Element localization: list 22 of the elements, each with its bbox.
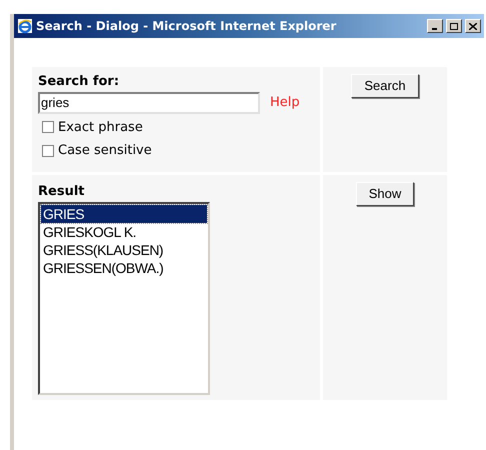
result-item[interactable]: GRIESKOGL K.	[41, 222, 207, 240]
checkbox[interactable]	[42, 121, 54, 134]
minimize-button[interactable]	[427, 19, 443, 33]
search-field[interactable]: gries	[38, 92, 260, 114]
close-button[interactable]	[465, 19, 481, 33]
option-label: Case sensitive	[58, 142, 152, 160]
browser-icon	[17, 18, 33, 34]
search-button[interactable]: Search	[351, 74, 419, 98]
maximize-button[interactable]	[446, 19, 462, 33]
search-label: Search for:	[38, 73, 120, 91]
option-label: Exact phrase	[58, 118, 143, 136]
result-item[interactable]: GRIESSEN(OBWA.)	[41, 258, 207, 276]
close-icon	[469, 22, 477, 30]
show-button[interactable]: Show	[356, 182, 414, 206]
result-label: Result	[38, 183, 86, 201]
window-title: Search - Dialog - Microsoft Internet Explorer	[36, 18, 338, 35]
result-list[interactable]: GRIES GRIESKOGL K. GRIESS(KLAUSEN) GRIESSEN(OBWA.)	[38, 202, 210, 394]
checkbox[interactable]	[42, 144, 54, 157]
result-item[interactable]: GRIES	[41, 204, 207, 222]
maximize-icon	[450, 22, 458, 30]
result-item[interactable]: GRIESS(KLAUSEN)	[41, 240, 207, 258]
help-link[interactable]: Help	[270, 92, 300, 112]
